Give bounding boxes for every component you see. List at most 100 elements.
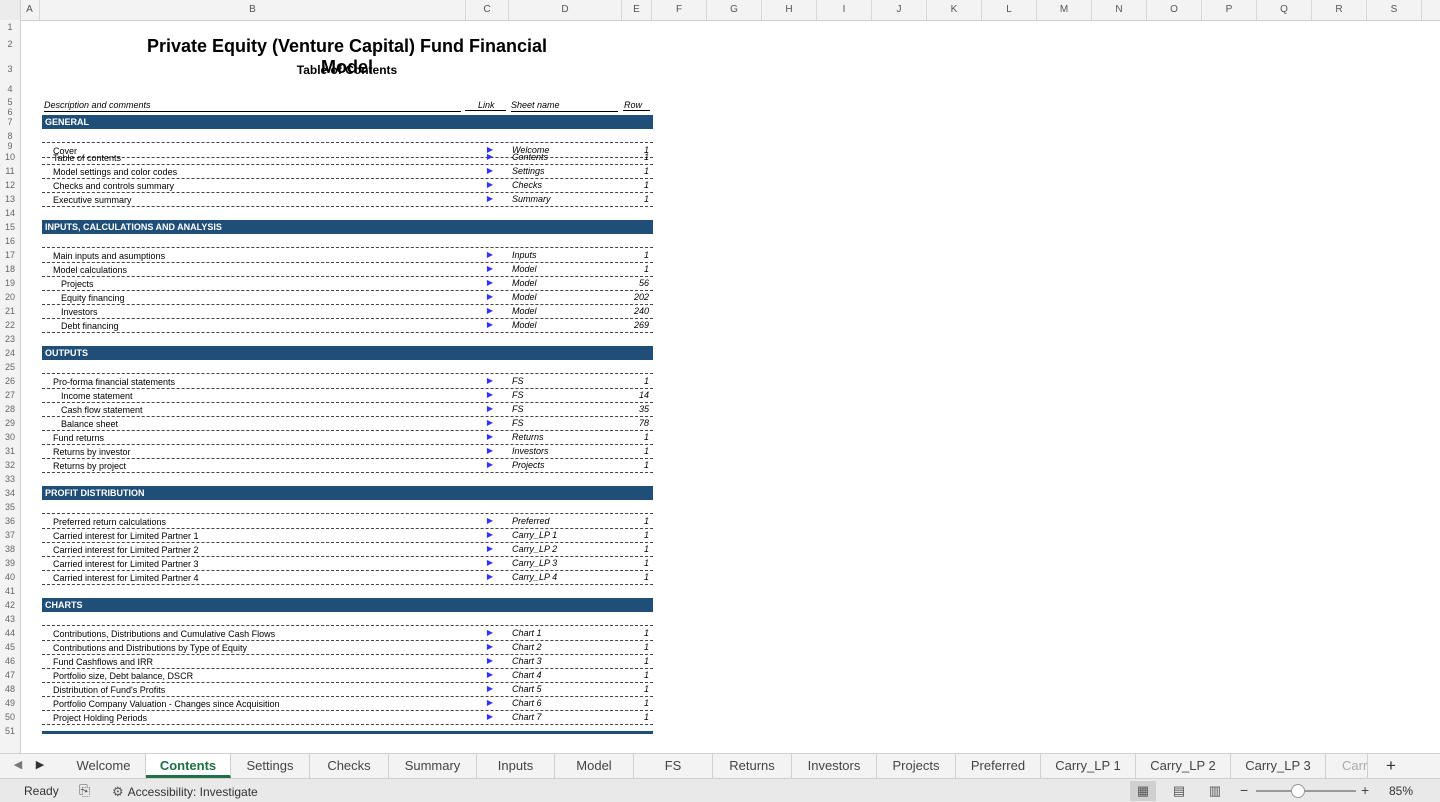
link-arrow-icon[interactable]: ▶ (484, 318, 496, 332)
column-header-q[interactable]: Q (1257, 0, 1312, 20)
column-header-d[interactable]: D (509, 0, 622, 20)
tab-returns[interactable]: Returns (713, 754, 792, 778)
zoom-out-icon[interactable]: − (1240, 782, 1248, 798)
row-header[interactable]: 24 (0, 346, 20, 360)
select-all-corner[interactable] (0, 0, 21, 20)
row-header[interactable]: 2 (0, 34, 20, 55)
link-arrow-icon[interactable]: ▶ (484, 710, 496, 724)
normal-view-icon[interactable]: ▦ (1130, 781, 1156, 801)
link-arrow-icon[interactable]: ▶ (484, 542, 496, 556)
row-header[interactable]: 49 (0, 696, 20, 710)
row-header[interactable]: 4 (0, 84, 20, 94)
link-arrow-icon[interactable]: ▶ (484, 682, 496, 696)
tab-carry-lp-2[interactable]: Carry_LP 2 (1136, 754, 1231, 778)
prev-sheet-icon[interactable]: ◀ (11, 758, 25, 771)
accessibility-button[interactable]: ⚙ Accessibility: Investigate (112, 784, 258, 800)
row-header[interactable]: 15 (0, 220, 20, 234)
row-header[interactable]: 45 (0, 640, 20, 654)
row-header[interactable]: 38 (0, 542, 20, 556)
link-arrow-icon[interactable]: ▶ (484, 626, 496, 640)
page-layout-view-icon[interactable]: ▤ (1166, 781, 1192, 801)
row-header[interactable]: 11 (0, 164, 20, 178)
column-header-h[interactable]: H (762, 0, 817, 20)
link-arrow-icon[interactable]: ▶ (484, 696, 496, 710)
tab-settings[interactable]: Settings (231, 754, 310, 778)
tab-summary[interactable]: Summary (389, 754, 477, 778)
macro-recording-icon[interactable]: ⎘ (79, 782, 90, 799)
row-header[interactable]: 1 (0, 20, 20, 34)
link-arrow-icon[interactable]: ▶ (484, 514, 496, 528)
row-header[interactable]: 12 (0, 178, 20, 192)
link-arrow-icon[interactable]: ▶ (484, 528, 496, 542)
zoom-slider-thumb[interactable] (1291, 784, 1305, 798)
row-header[interactable]: 9 (0, 142, 20, 151)
tab-contents[interactable]: Contents (146, 754, 231, 778)
column-header-s[interactable]: S (1367, 0, 1422, 20)
row-header[interactable]: 36 (0, 514, 20, 528)
row-header[interactable]: 44 (0, 626, 20, 640)
column-header-f[interactable]: F (652, 0, 707, 20)
link-arrow-icon[interactable]: ▶ (484, 178, 496, 192)
link-arrow-icon[interactable]: ▶ (484, 430, 496, 444)
tab-investors[interactable]: Investors (792, 754, 877, 778)
row-header[interactable]: 37 (0, 528, 20, 542)
row-header[interactable]: 23 (0, 332, 20, 346)
link-arrow-icon[interactable]: ▶ (484, 654, 496, 668)
row-header[interactable]: 13 (0, 192, 20, 206)
row-header[interactable]: 25 (0, 360, 20, 374)
row-header[interactable]: 32 (0, 458, 20, 472)
row-header[interactable]: 28 (0, 402, 20, 416)
row-header[interactable]: 48 (0, 682, 20, 696)
row-header[interactable]: 22 (0, 318, 20, 332)
column-header-e[interactable]: E (622, 0, 652, 20)
row-header[interactable]: 3 (0, 55, 20, 84)
link-arrow-icon[interactable]: ▶ (484, 262, 496, 276)
link-arrow-icon[interactable]: ▶ (484, 458, 496, 472)
link-arrow-icon[interactable]: ▶ (484, 570, 496, 584)
row-header[interactable]: 10 (0, 150, 20, 164)
next-sheet-icon[interactable]: ▶ (33, 758, 47, 771)
row-header[interactable]: 7 (0, 115, 20, 129)
column-header-b[interactable]: B (40, 0, 466, 20)
tab-carry-lp-1[interactable]: Carry_LP 1 (1041, 754, 1136, 778)
row-header[interactable]: 39 (0, 556, 20, 570)
link-arrow-icon[interactable]: ▶ (484, 402, 496, 416)
row-header[interactable]: 26 (0, 374, 20, 388)
link-arrow-icon[interactable]: ▶ (484, 290, 496, 304)
column-header-m[interactable]: M (1037, 0, 1092, 20)
column-header-l[interactable]: L (982, 0, 1037, 20)
tab-welcome[interactable]: Welcome (62, 754, 146, 778)
column-header-p[interactable]: P (1202, 0, 1257, 20)
column-header-c[interactable]: C (466, 0, 509, 20)
row-header[interactable]: 47 (0, 668, 20, 682)
link-arrow-icon[interactable]: ▶ (484, 444, 496, 458)
zoom-in-icon[interactable]: + (1361, 782, 1369, 798)
link-arrow-icon[interactable]: ▶ (484, 388, 496, 402)
zoom-slider-track[interactable] (1256, 790, 1356, 792)
tab-fs[interactable]: FS (634, 754, 713, 778)
row-header[interactable]: 19 (0, 276, 20, 290)
row-header[interactable]: 30 (0, 430, 20, 444)
tab-checks[interactable]: Checks (310, 754, 389, 778)
link-arrow-icon[interactable]: ▶ (484, 276, 496, 290)
column-header-j[interactable]: J (872, 0, 927, 20)
row-header[interactable]: 41 (0, 584, 20, 598)
column-header-k[interactable]: K (927, 0, 982, 20)
link-arrow-icon[interactable]: ▶ (484, 304, 496, 318)
column-header-o[interactable]: O (1147, 0, 1202, 20)
link-arrow-icon[interactable]: ▶ (484, 150, 496, 164)
row-header[interactable]: 14 (0, 206, 20, 220)
tab-carr[interactable]: Carr (1326, 754, 1368, 778)
worksheet-grid[interactable]: Private Equity (Venture Capital) Fund Fi… (21, 20, 1440, 753)
row-header[interactable]: 50 (0, 710, 20, 724)
row-header[interactable]: 31 (0, 444, 20, 458)
column-header-n[interactable]: N (1092, 0, 1147, 20)
row-header[interactable]: 40 (0, 570, 20, 584)
column-header-a[interactable]: A (20, 0, 40, 20)
link-arrow-icon[interactable]: ▶ (484, 248, 496, 262)
row-header[interactable]: 20 (0, 290, 20, 304)
row-header[interactable]: 16 (0, 234, 20, 248)
tab-preferred[interactable]: Preferred (956, 754, 1041, 778)
tab-carry-lp-3[interactable]: Carry_LP 3 (1231, 754, 1326, 778)
column-header-i[interactable]: I (817, 0, 872, 20)
